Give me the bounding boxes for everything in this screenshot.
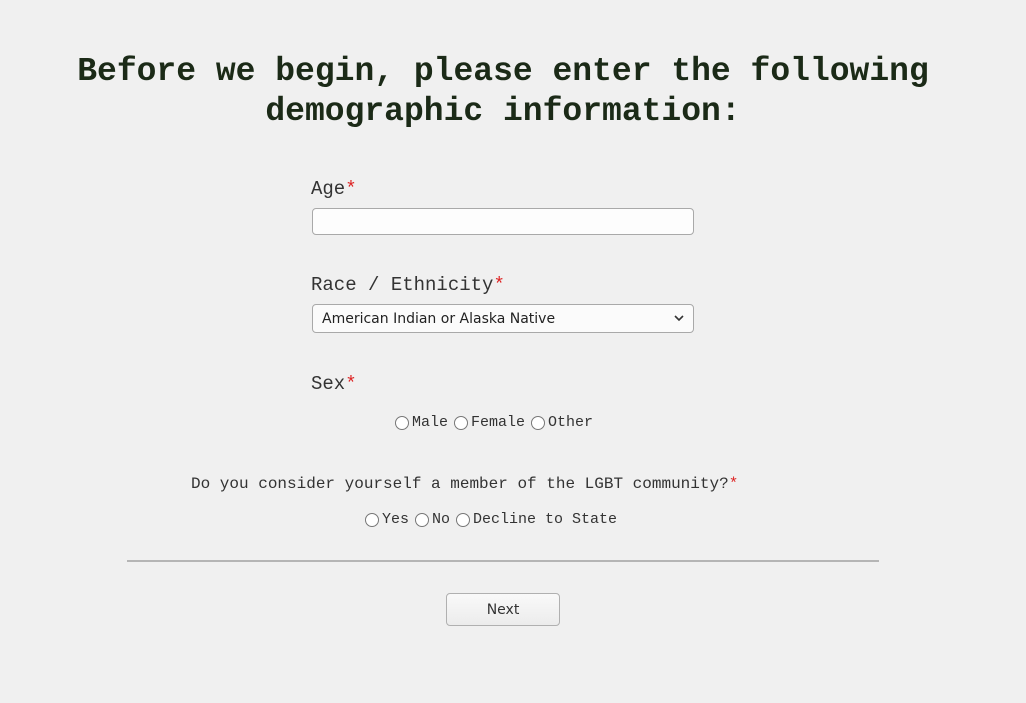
radio-unchecked-icon[interactable] bbox=[365, 512, 379, 527]
race-select[interactable]: American Indian or Alaska Native bbox=[312, 304, 694, 333]
race-label: Race / Ethnicity* bbox=[311, 274, 505, 296]
sex-option-female[interactable]: Female bbox=[454, 414, 525, 431]
sex-option-other-label: Other bbox=[548, 414, 594, 431]
radio-unchecked-icon[interactable] bbox=[415, 512, 430, 527]
sex-required-mark: * bbox=[345, 373, 357, 395]
lgbt-required-mark: * bbox=[728, 475, 739, 493]
sex-option-male[interactable]: Male bbox=[395, 414, 448, 431]
age-required-mark: * bbox=[345, 178, 357, 200]
sex-label-text: Sex bbox=[311, 373, 346, 395]
sex-option-male-label: Male bbox=[412, 414, 449, 431]
age-input[interactable] bbox=[312, 208, 694, 235]
race-label-text: Race / Ethnicity bbox=[311, 274, 494, 296]
lgbt-option-yes-label: Yes bbox=[382, 511, 410, 528]
next-button[interactable]: Next bbox=[446, 593, 560, 626]
race-required-mark: * bbox=[493, 274, 505, 296]
lgbt-option-decline[interactable]: Decline to State bbox=[456, 511, 617, 528]
lgbt-label: Do you consider yourself a member of the… bbox=[191, 473, 738, 495]
lgbt-radio-group: Yes No Decline to State bbox=[365, 511, 623, 528]
lgbt-option-yes[interactable]: Yes bbox=[365, 511, 409, 528]
radio-unchecked-icon[interactable] bbox=[456, 512, 471, 527]
radio-unchecked-icon[interactable] bbox=[531, 415, 546, 430]
sex-option-other[interactable]: Other bbox=[531, 414, 593, 431]
chevron-down-icon bbox=[674, 315, 684, 322]
page-title-line-1: Before we begin, please enter the follow… bbox=[77, 53, 929, 90]
lgbt-option-no[interactable]: No bbox=[415, 511, 450, 528]
page-title: Before we begin, please enter the follow… bbox=[0, 52, 1006, 132]
sex-radio-group: Male Female Other bbox=[395, 414, 599, 431]
sex-label: Sex* bbox=[311, 373, 357, 395]
radio-unchecked-icon[interactable] bbox=[454, 415, 469, 430]
lgbt-label-text: Do you consider yourself a member of the… bbox=[191, 475, 729, 493]
section-divider bbox=[127, 560, 879, 562]
sex-option-female-label: Female bbox=[471, 414, 526, 431]
race-select-value: American Indian or Alaska Native bbox=[322, 311, 556, 327]
age-label-text: Age bbox=[311, 178, 346, 200]
page-title-line-2: demographic information: bbox=[265, 93, 741, 130]
radio-unchecked-icon[interactable] bbox=[395, 415, 409, 430]
age-label: Age* bbox=[311, 178, 357, 200]
lgbt-option-decline-label: Decline to State bbox=[473, 511, 618, 528]
lgbt-option-no-label: No bbox=[432, 511, 451, 528]
